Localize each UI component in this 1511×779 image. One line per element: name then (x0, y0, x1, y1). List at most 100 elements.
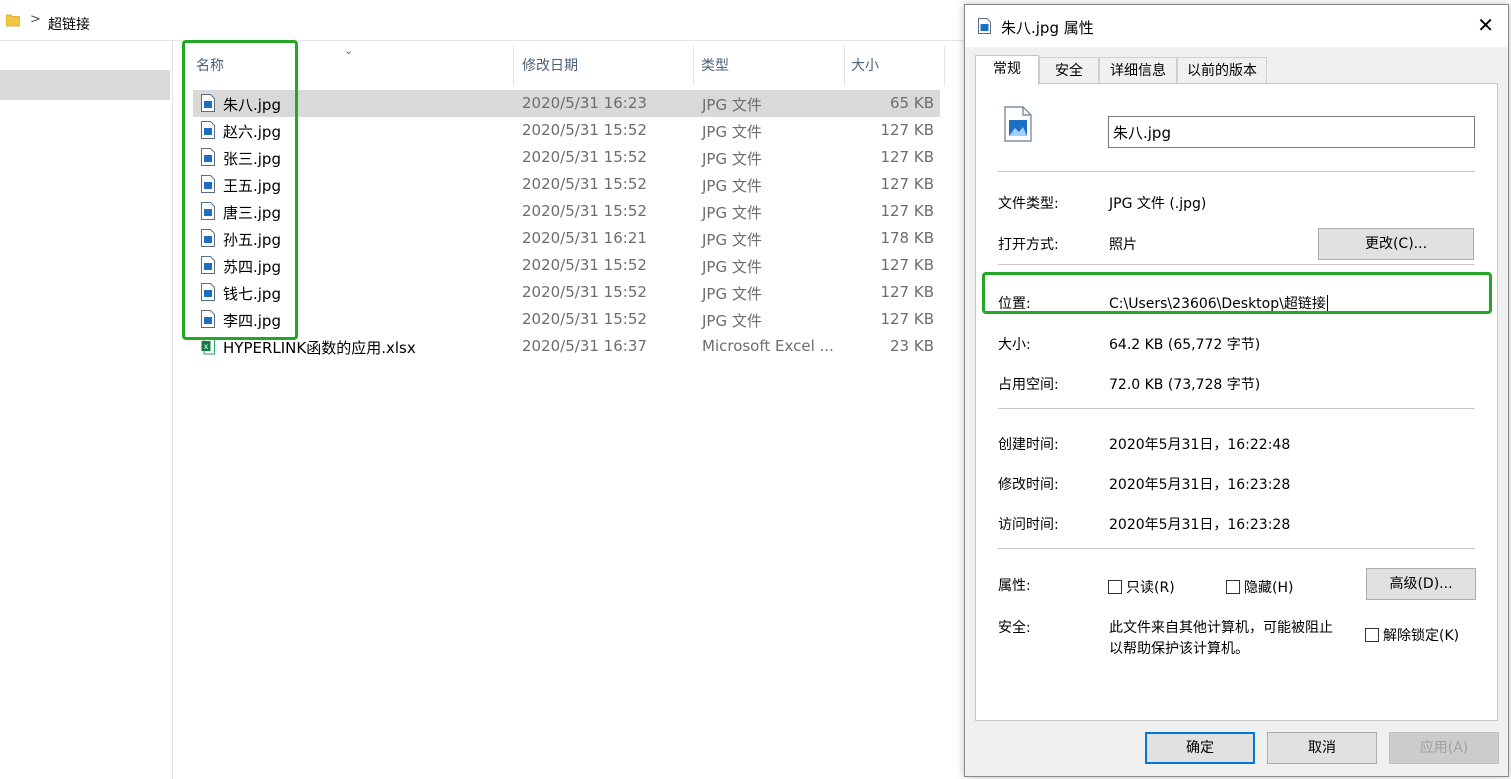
checkbox-icon[interactable] (1108, 580, 1122, 594)
file-type-value: JPG 文件 (.jpg) (1109, 196, 1207, 212)
disk-size-value: 72.0 KB (73,728 字节) (1109, 377, 1261, 393)
image-file-icon (978, 18, 991, 34)
breadcrumb-separator: > (30, 12, 41, 27)
file-type: JPG 文件 (702, 285, 762, 303)
close-icon[interactable]: ✕ (1477, 13, 1494, 37)
unblock-label[interactable]: 解除锁定(K) (1383, 628, 1459, 644)
ok-button[interactable]: 确定 (1145, 732, 1255, 764)
modified-value: 2020年5月31日，16:23:28 (1109, 477, 1291, 493)
file-size: 178 KB (880, 229, 934, 247)
hidden-checkbox[interactable]: 隐藏(H) (1226, 577, 1293, 597)
tab-general[interactable]: 常规 (975, 55, 1039, 85)
size-label: 大小: (998, 337, 1031, 353)
file-size: 23 KB (890, 337, 934, 355)
breadcrumb-folder[interactable]: 超链接 (48, 14, 90, 34)
file-row[interactable]: 李四.jpg 2020/5/31 15:52 JPG 文件 127 KB (193, 306, 940, 333)
security-text-line-2: 以帮助保护该计算机。 (1109, 641, 1249, 657)
file-name-field[interactable] (1108, 116, 1475, 148)
file-date: 2020/5/31 15:52 (522, 175, 647, 193)
file-row[interactable]: x HYPERLINK函数的应用.xlsx 2020/5/31 16:37 Micro… (193, 333, 940, 360)
folder-icon (6, 14, 20, 27)
tab-details[interactable]: 详细信息 (1099, 57, 1177, 84)
file-type: JPG 文件 (702, 177, 762, 195)
file-row[interactable]: 赵六.jpg 2020/5/31 15:52 JPG 文件 127 KB (193, 117, 940, 144)
readonly-label[interactable]: 只读(R) (1126, 580, 1175, 596)
file-date: 2020/5/31 16:21 (522, 229, 647, 247)
nav-selected-item[interactable] (0, 70, 170, 100)
file-row[interactable]: 王五.jpg 2020/5/31 15:52 JPG 文件 127 KB (193, 171, 940, 198)
file-row[interactable]: 张三.jpg 2020/5/31 15:52 JPG 文件 127 KB (193, 144, 940, 171)
file-date: 2020/5/31 15:52 (522, 202, 647, 220)
column-header-size[interactable]: 大小 (845, 46, 945, 86)
file-size: 127 KB (880, 310, 934, 328)
file-type-label: 文件类型: (998, 196, 1059, 212)
file-type: JPG 文件 (702, 96, 762, 114)
accessed-value: 2020年5月31日，16:23:28 (1109, 517, 1291, 533)
accessed-label: 访问时间: (998, 517, 1059, 533)
apply-button[interactable]: 应用(A) (1389, 732, 1499, 764)
file-row[interactable]: 钱七.jpg 2020/5/31 15:52 JPG 文件 127 KB (193, 279, 940, 306)
file-size: 127 KB (880, 148, 934, 166)
file-name[interactable]: HYPERLINK函数的应用.xlsx (223, 337, 416, 358)
file-date: 2020/5/31 15:52 (522, 283, 647, 301)
file-date: 2020/5/31 16:37 (522, 337, 647, 355)
file-type: JPG 文件 (702, 258, 762, 276)
file-size: 127 KB (880, 256, 934, 274)
checkbox-icon[interactable] (1226, 580, 1240, 594)
file-row[interactable]: 苏四.jpg 2020/5/31 15:52 JPG 文件 127 KB (193, 252, 940, 279)
file-type: JPG 文件 (702, 204, 762, 222)
svg-text:x: x (204, 342, 209, 351)
advanced-button[interactable]: 高级(D)... (1366, 568, 1476, 600)
dialog-title-bar[interactable]: 朱八.jpg 属性 ✕ (965, 5, 1508, 47)
security-label: 安全: (998, 620, 1031, 636)
divider (998, 171, 1475, 172)
attributes-label: 属性: (998, 578, 1031, 594)
column-header-type[interactable]: 类型 (695, 46, 845, 86)
modified-label: 修改时间: (998, 477, 1059, 493)
size-value: 64.2 KB (65,772 字节) (1109, 337, 1261, 353)
open-with-label: 打开方式: (998, 237, 1059, 253)
tab-previous-versions[interactable]: 以前的版本 (1177, 57, 1267, 84)
navigation-pane[interactable] (0, 41, 173, 779)
file-date: 2020/5/31 15:52 (522, 310, 647, 328)
tab-security[interactable]: 安全 (1039, 57, 1099, 84)
dialog-title: 朱八.jpg 属性 (1001, 19, 1094, 37)
file-date: 2020/5/31 15:52 (522, 256, 647, 274)
file-type: JPG 文件 (702, 123, 762, 141)
open-with-value: 照片 (1109, 237, 1137, 253)
divider (998, 548, 1475, 549)
file-size: 127 KB (880, 202, 934, 220)
file-size: 127 KB (880, 121, 934, 139)
change-button[interactable]: 更改(C)... (1318, 228, 1474, 260)
created-value: 2020年5月31日，16:22:48 (1109, 437, 1291, 453)
column-header-date[interactable]: 修改日期 (516, 46, 694, 86)
highlight-box-location (982, 272, 1492, 314)
file-type: Microsoft Excel ... (702, 337, 834, 355)
file-size: 127 KB (880, 175, 934, 193)
divider (998, 264, 1475, 265)
hidden-label[interactable]: 隐藏(H) (1244, 580, 1293, 596)
image-file-icon (1004, 106, 1032, 142)
created-label: 创建时间: (998, 437, 1059, 453)
file-row[interactable]: 唐三.jpg 2020/5/31 15:52 JPG 文件 127 KB (193, 198, 940, 225)
general-tab-panel: 文件类型: JPG 文件 (.jpg) 打开方式: 照片 更改(C)... 位置… (975, 83, 1498, 721)
address-bar[interactable]: > 超链接 (0, 0, 970, 41)
unblock-checkbox[interactable]: 解除锁定(K) (1365, 625, 1459, 645)
file-date: 2020/5/31 15:52 (522, 121, 647, 139)
disk-size-label: 占用空间: (998, 377, 1059, 393)
properties-dialog: 朱八.jpg 属性 ✕ 常规 安全 详细信息 以前的版本 文件类型: JPG 文… (964, 4, 1509, 777)
readonly-checkbox[interactable]: 只读(R) (1108, 577, 1175, 597)
divider (998, 408, 1475, 409)
file-row[interactable]: 朱八.jpg 2020/5/31 16:23 JPG 文件 65 KB (193, 90, 940, 117)
cancel-button[interactable]: 取消 (1267, 732, 1377, 764)
file-type: JPG 文件 (702, 150, 762, 168)
file-size: 127 KB (880, 283, 934, 301)
file-size: 65 KB (890, 94, 934, 112)
file-row[interactable]: 孙五.jpg 2020/5/31 16:21 JPG 文件 178 KB (193, 225, 940, 252)
security-text-line-1: 此文件来自其他计算机，可能被阻止 (1109, 620, 1333, 636)
file-type: JPG 文件 (702, 312, 762, 330)
file-date: 2020/5/31 16:23 (522, 94, 647, 112)
highlight-box-filenames (182, 40, 298, 340)
checkbox-icon[interactable] (1365, 628, 1379, 642)
file-type: JPG 文件 (702, 231, 762, 249)
